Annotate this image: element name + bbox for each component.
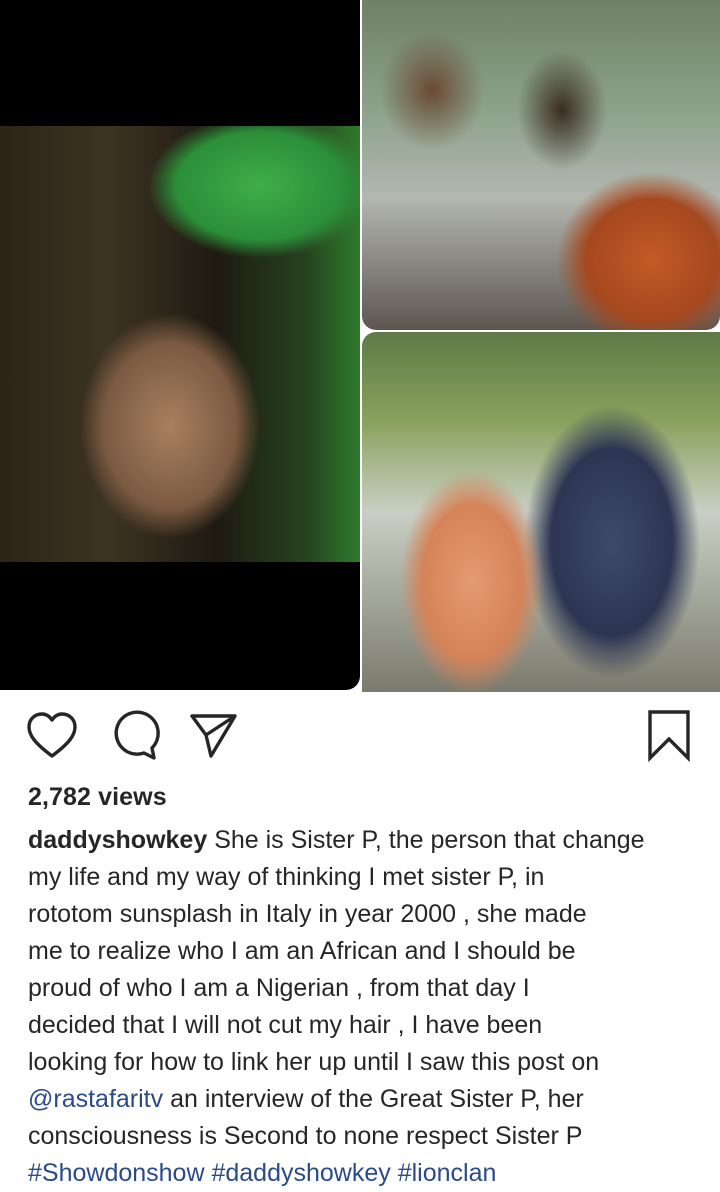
caption-line-9: consciousness is Second to none respect … xyxy=(28,1122,583,1150)
caption-line-2: my life and my way of thinking I met sis… xyxy=(28,863,545,891)
photo-bottom-right-pair xyxy=(362,332,720,692)
comment-icon[interactable] xyxy=(108,708,160,766)
photo-top-right-group xyxy=(362,0,720,330)
hashtags-link[interactable]: #Showdonshow #daddyshowkey #lionclan xyxy=(28,1155,698,1192)
caption-line-8: @rastafaritv an interview of the Great S… xyxy=(28,1085,584,1113)
bookmark-icon[interactable] xyxy=(646,708,692,766)
send-icon[interactable] xyxy=(188,708,240,766)
caption-line-3: rototom sunsplash in Italy in year 2000 … xyxy=(28,900,587,928)
caption-line-4: me to realize who I am an African and I … xyxy=(28,937,576,965)
mention-link[interactable]: @rastafaritv xyxy=(28,1085,163,1113)
caption-line-5: proud of who I am a Nigerian , from that… xyxy=(28,974,530,1002)
caption-line-6: decided that I will not cut my hair , I … xyxy=(28,1011,543,1039)
caption-line-7: looking for how to link her up until I s… xyxy=(28,1048,600,1076)
post-caption: daddyshowkey She is Sister P, the person… xyxy=(28,822,698,1192)
photo-left-image xyxy=(0,126,360,562)
caption-line-1: daddyshowkey She is Sister P, the person… xyxy=(28,826,645,854)
photo-left-elderly-woman xyxy=(0,0,360,690)
caption-username[interactable]: daddyshowkey xyxy=(28,826,207,854)
heart-icon[interactable] xyxy=(26,708,78,766)
post-action-bar xyxy=(0,708,720,766)
view-count: 2,782 views xyxy=(28,783,167,811)
post-media-collage[interactable] xyxy=(0,0,720,692)
